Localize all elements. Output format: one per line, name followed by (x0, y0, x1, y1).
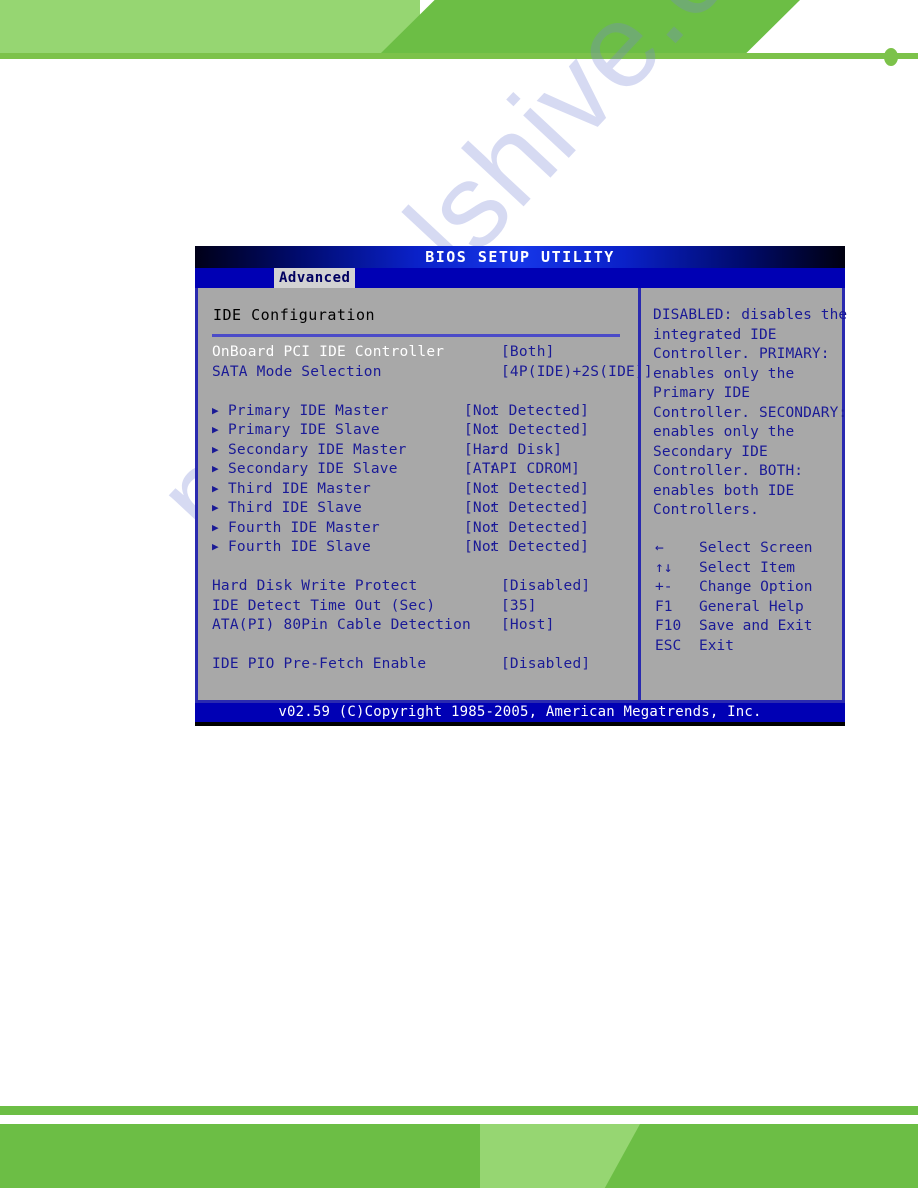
option-label: Fourth IDE Slave (228, 539, 371, 555)
option-row-spacer (198, 559, 638, 579)
option-label: Primary IDE Master (228, 402, 389, 419)
option-label: Fourth IDE Master (228, 519, 380, 536)
submenu-arrow-icon: ▶ (212, 442, 219, 456)
bios-title: BIOS SETUP UTILITY (425, 248, 615, 266)
option-value[interactable]: [Disabled] (501, 578, 590, 594)
submenu-arrow-icon: ▶ (212, 481, 219, 495)
option-row[interactable]: IDE Detect Time Out (Sec) [35] (198, 598, 638, 618)
key-name: ← (655, 540, 664, 556)
key-description: General Help (699, 598, 804, 615)
option-value[interactable]: [35] (501, 598, 537, 614)
submenu-arrow-icon: ▶ (212, 403, 219, 417)
option-row[interactable]: ▶ Fourth IDE Slave: [Not Detected] (198, 539, 638, 559)
option-label: Third IDE Master (228, 480, 371, 497)
option-value[interactable]: [Not Detected] (464, 403, 589, 419)
option-row[interactable]: ▶ Third IDE Slave: [Not Detected] (198, 500, 638, 520)
page-header-decoration (0, 0, 918, 66)
option-label: Secondary IDE Slave (228, 461, 398, 477)
key-legend-row: +- Change Option (653, 579, 849, 599)
option-row-spacer (198, 637, 638, 657)
help-text: DISABLED: disables the integrated IDE Co… (653, 307, 848, 518)
option-row[interactable]: ▶ Primary IDE Slave: [Not Detected] (198, 422, 638, 442)
bios-options-pane: IDE Configuration OnBoard PCI IDE Contro… (198, 288, 653, 703)
bios-footer-bar: v02.59 (C)Copyright 1985-2005, American … (195, 703, 845, 722)
bios-body: IDE Configuration OnBoard PCI IDE Contro… (195, 288, 847, 703)
key-legend-row: ESC Exit (653, 638, 849, 658)
submenu-arrow-icon: ▶ (212, 423, 219, 436)
key-description: Change Option (699, 579, 813, 595)
header-rule (0, 53, 918, 59)
key-name: ↑↓ (655, 559, 673, 576)
page-footer-decoration (0, 1098, 918, 1188)
option-label: Secondary IDE Master (228, 441, 407, 458)
option-label: Primary IDE Slave (228, 422, 380, 438)
key-name: F10 (655, 618, 682, 634)
header-light-green-band (0, 0, 420, 54)
option-row[interactable]: ▶ Secondary IDE Slave: [ATAPI CDROM] (198, 461, 638, 481)
option-value[interactable]: [Both] (501, 344, 555, 360)
option-label: IDE Detect Time Out (Sec) (212, 597, 436, 614)
bios-footer-strip (195, 722, 845, 726)
option-label: Third IDE Slave (228, 500, 362, 516)
key-name: F1 (655, 598, 673, 615)
option-row[interactable]: ATA(PI) 80Pin Cable Detection [Host] (198, 617, 638, 637)
option-value[interactable]: [Disabled] (501, 656, 590, 672)
option-value[interactable]: [Not Detected] (464, 539, 589, 555)
key-legend-row: F1 General Help (653, 599, 849, 619)
option-value[interactable]: [Host] (501, 617, 555, 633)
header-dot-marker (884, 48, 898, 66)
bios-help-pane: DISABLED: disables the integrated IDE Co… (641, 288, 847, 703)
tab-advanced[interactable]: Advanced (274, 268, 356, 288)
key-legend-row: F10 Save and Exit (653, 618, 849, 638)
submenu-arrow-icon: ▶ (212, 520, 219, 534)
option-row[interactable]: ▶ Secondary IDE Master: [Hard Disk] (198, 442, 638, 462)
key-name: ESC (655, 637, 682, 654)
option-value[interactable]: [Not Detected] (464, 481, 589, 497)
option-value[interactable]: [Not Detected] (464, 422, 589, 438)
option-row[interactable]: OnBoard PCI IDE Controller [Both] (198, 344, 638, 364)
option-row[interactable]: ▶ Primary IDE Master: [Not Detected] (198, 403, 638, 423)
header-dark-green-band (380, 0, 800, 54)
submenu-arrow-icon: ▶ (212, 501, 219, 514)
option-label: OnBoard PCI IDE Controller (212, 344, 445, 360)
key-legend-row: ← Select Screen (653, 540, 849, 560)
submenu-arrow-icon: ▶ (212, 462, 219, 475)
section-divider (212, 334, 620, 337)
submenu-arrow-icon: ▶ (212, 540, 219, 553)
footer-green-band (0, 1124, 918, 1188)
option-value[interactable]: [Hard Disk] (464, 442, 562, 458)
key-description: Select Item (699, 559, 796, 576)
key-name: +- (655, 579, 673, 595)
option-label: ATA(PI) 80Pin Cable Detection (212, 617, 471, 633)
option-row[interactable]: ▶ Third IDE Master: [Not Detected] (198, 481, 638, 501)
key-description: Exit (699, 637, 734, 654)
option-label: Hard Disk Write Protect (212, 578, 418, 594)
bios-tab-strip: Advanced (195, 268, 845, 288)
option-value[interactable]: [ATAPI CDROM] (464, 461, 580, 477)
option-row[interactable]: SATA Mode Selection [4P(IDE)+2S(IDE)] (198, 363, 653, 384)
key-description: Select Screen (699, 540, 813, 556)
footer-rule (0, 1106, 918, 1115)
bios-option-list: OnBoard PCI IDE Controller [Both] SATA Mod… (198, 344, 653, 676)
key-description: Save and Exit (699, 618, 813, 634)
key-legend-list: ← Select Screen ↑↓ Select Item +- Change Opti… (653, 540, 849, 657)
option-label: IDE PIO Pre-Fetch Enable (212, 656, 427, 672)
option-row-spacer (198, 383, 638, 403)
key-legend-row: ↑↓ Select Item (653, 560, 849, 580)
option-value[interactable]: [Not Detected] (464, 500, 589, 516)
section-title: IDE Configuration (213, 306, 376, 324)
option-value[interactable]: [4P(IDE)+2S(IDE)] (501, 364, 653, 380)
bios-setup-window: BIOS SETUP UTILITY Advanced IDE Configur… (195, 246, 847, 726)
option-label: SATA Mode Selection (212, 363, 382, 380)
option-value[interactable]: [Not Detected] (464, 520, 589, 536)
option-row[interactable]: Hard Disk Write Protect [Disabled] (198, 578, 638, 598)
bios-title-bar: BIOS SETUP UTILITY (195, 246, 845, 268)
option-row[interactable]: IDE PIO Pre-Fetch Enable [Disabled] (198, 656, 638, 676)
option-row[interactable]: ▶ Fourth IDE Master: [Not Detected] (198, 520, 638, 540)
